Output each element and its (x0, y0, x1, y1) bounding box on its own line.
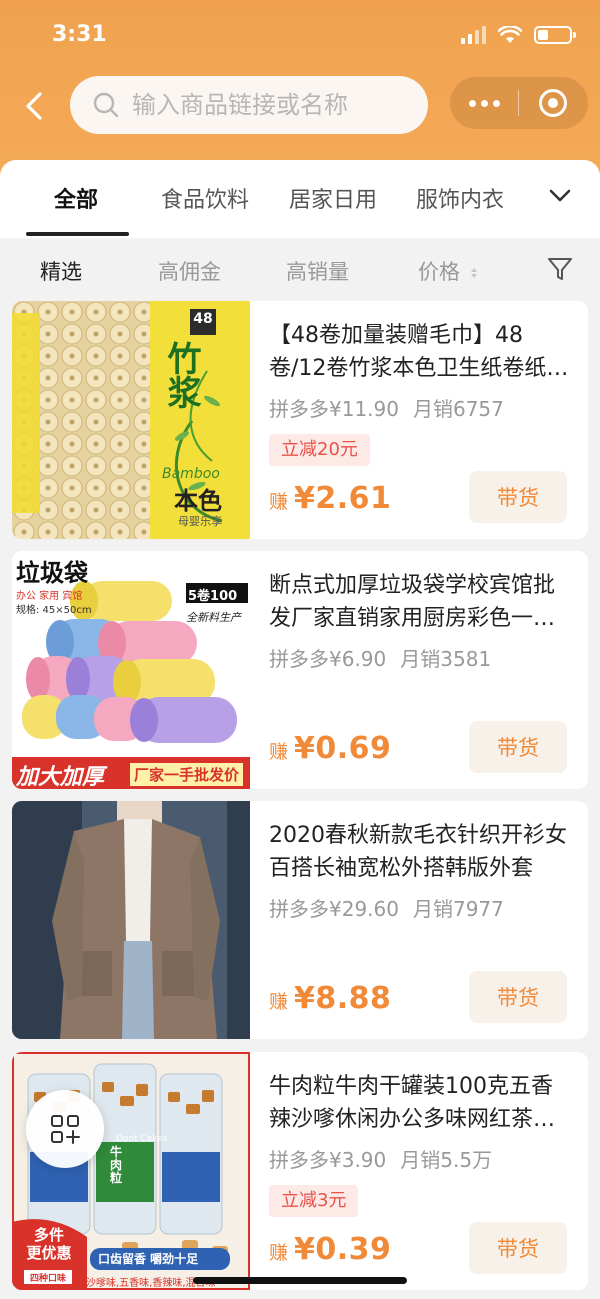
product-title: 牛肉粒牛肉干罐装100克五香辣沙嗲休闲办公多味网红茶零食 (269, 1074, 556, 1132)
filter-bar: 精选 高佣金 高销量 价格 (0, 238, 600, 300)
product-meta: 拼多多¥6.90 月销3581 (269, 643, 491, 672)
banner-right-label: 厂家一手批发价 (130, 763, 244, 786)
product-meta: 拼多多¥11.90 月销6757 (269, 393, 504, 422)
signal-icon (461, 26, 486, 44)
header: 3:31 (0, 0, 600, 180)
earnings: 赚 ¥2.61 (269, 481, 391, 516)
filter-funnel-icon[interactable] (546, 255, 574, 283)
mini-program-capsule (450, 77, 588, 129)
filter-featured[interactable]: 精选 (40, 256, 82, 286)
home-indicator (193, 1277, 407, 1284)
chevron-down-icon[interactable] (548, 188, 572, 204)
tab-all[interactable]: 全部 (54, 182, 98, 214)
filter-high-commission[interactable]: 高佣金 (158, 256, 221, 286)
platform-label: 拼多多 (269, 647, 329, 671)
product-image-beef-jerky: Doot Cakes 牛肉粒 多件 更优惠 四种口味 口齿留香 嚼劲十足 沙嗲味… (12, 1052, 250, 1290)
earn-amount: ¥2.61 (294, 481, 392, 516)
price-label: ¥3.90 (329, 1148, 387, 1172)
wifi-icon (498, 26, 522, 43)
promote-button[interactable]: 带货 (469, 971, 567, 1023)
category-tabs: 全部 食品饮料 居家日用 服饰内衣 (0, 160, 600, 238)
back-icon[interactable] (20, 86, 50, 126)
monthly-sales: 月销6757 (412, 397, 504, 421)
tab-food-drinks[interactable]: 食品饮料 (161, 182, 249, 214)
label-chinese: 牛肉粒 (110, 1145, 123, 1185)
product-title: 【48卷加量装赠毛巾】48卷/12卷竹浆本色卫生纸卷纸家用实惠装 (269, 323, 569, 381)
promo-line-1: 多件 (33, 1226, 64, 1244)
monthly-sales: 月销5.5万 (400, 1148, 493, 1172)
battery-icon (534, 26, 576, 44)
promo-badge: 多件 更优惠 (18, 1226, 80, 1262)
product-meta: 拼多多¥3.90 月销5.5万 (269, 1144, 492, 1173)
earnings: 赚 ¥8.88 (269, 981, 391, 1016)
discount-badge: 立减20元 (269, 434, 370, 466)
promote-button[interactable]: 带货 (469, 471, 567, 523)
product-image-garbage-bags: 垃圾袋 办公 家用 宾馆 规格: 45×50cm 5卷100只 全新料生产 加大… (12, 551, 250, 789)
status-time: 3:31 (52, 22, 107, 47)
earn-label: 赚 (269, 1242, 289, 1264)
earn-amount: ¥0.69 (294, 731, 392, 766)
search-icon (93, 92, 119, 118)
product-card[interactable]: 垃圾袋 办公 家用 宾馆 规格: 45×50cm 5卷100只 全新料生产 加大… (12, 551, 588, 789)
earn-amount: ¥8.88 (294, 981, 392, 1016)
monthly-sales: 月销3581 (400, 647, 492, 671)
earnings: 赚 ¥0.39 (269, 1232, 391, 1267)
promote-button[interactable]: 带货 (469, 1222, 567, 1274)
product-card[interactable]: Doot Cakes 牛肉粒 多件 更优惠 四种口味 口齿留香 嚼劲十足 沙嗲味… (12, 1052, 588, 1290)
tab-apparel[interactable]: 服饰内衣 (416, 182, 504, 214)
banner-left-label: 加大加厚 (16, 765, 105, 789)
product-title: 2020春秋新款毛衣针织开衫女百搭长袖宽松外搭韩版外套 (269, 823, 567, 881)
image-title-label: 垃圾袋 (16, 559, 88, 587)
bamboo-label: Bamboo (162, 466, 220, 482)
product-meta: 拼多多¥29.60 月销7977 (269, 893, 504, 922)
filter-high-sales[interactable]: 高销量 (286, 256, 349, 286)
product-card[interactable]: 2020春秋新款毛衣针织开衫女百搭长袖宽松外搭韩版外套 拼多多¥29.60 月销7… (12, 801, 588, 1039)
promote-button[interactable]: 带货 (469, 721, 567, 773)
promo-line-2: 更优惠 (26, 1244, 72, 1262)
filter-price-label: 价格 (418, 260, 460, 284)
tab-home-daily[interactable]: 居家日用 (289, 182, 377, 214)
close-program-icon[interactable] (519, 89, 587, 117)
earn-label: 赚 (269, 991, 289, 1013)
active-tab-indicator (26, 232, 129, 236)
more-options-icon[interactable] (450, 99, 518, 107)
monthly-sales: 月销7977 (412, 897, 504, 921)
material-label: 全新料生产 (186, 611, 241, 624)
status-icons (461, 26, 576, 44)
platform-label: 拼多多 (269, 897, 329, 921)
spec-label: 规格: 45×50cm (16, 605, 92, 616)
pack-count-label: 48 (193, 311, 213, 327)
product-image-toilet-paper: 48 竹浆 Bamboo 本色 母婴乐享 (12, 301, 250, 539)
label-english: Doot Cakes (116, 1134, 168, 1144)
filter-price[interactable]: 价格 (418, 256, 477, 286)
search-box[interactable] (70, 76, 428, 134)
image-tags-label: 办公 家用 宾馆 (16, 591, 83, 602)
product-card[interactable]: 48 竹浆 Bamboo 本色 母婴乐享 【48卷加量装赠毛巾】48卷/12卷竹… (12, 301, 588, 539)
price-label: ¥6.90 (329, 647, 387, 671)
search-input[interactable] (132, 91, 412, 119)
platform-label: 拼多多 (269, 397, 329, 421)
floating-add-button[interactable] (26, 1090, 104, 1168)
earnings: 赚 ¥0.69 (269, 731, 391, 766)
product-image-cardigan (12, 801, 250, 1039)
price-label: ¥29.60 (329, 897, 399, 921)
variant-label: 四种口味 (29, 1274, 66, 1284)
earn-amount: ¥0.39 (294, 1232, 392, 1267)
brand-label: 竹浆 (161, 341, 201, 409)
slogan-label: 口齿留香 嚼劲十足 (98, 1252, 199, 1266)
variant-label: 本色 (174, 487, 222, 515)
earn-label: 赚 (269, 741, 289, 763)
tagline-label: 母婴乐享 (178, 515, 222, 528)
price-label: ¥11.90 (329, 397, 399, 421)
platform-label: 拼多多 (269, 1148, 329, 1172)
sort-arrows-icon (470, 268, 477, 278)
grid-add-icon (51, 1115, 80, 1144)
earn-label: 赚 (269, 491, 289, 513)
discount-badge: 立减3元 (269, 1185, 359, 1217)
product-title: 断点式加厚垃圾袋学校宾馆批发厂家直销家用厨房彩色一次性 (269, 573, 556, 631)
